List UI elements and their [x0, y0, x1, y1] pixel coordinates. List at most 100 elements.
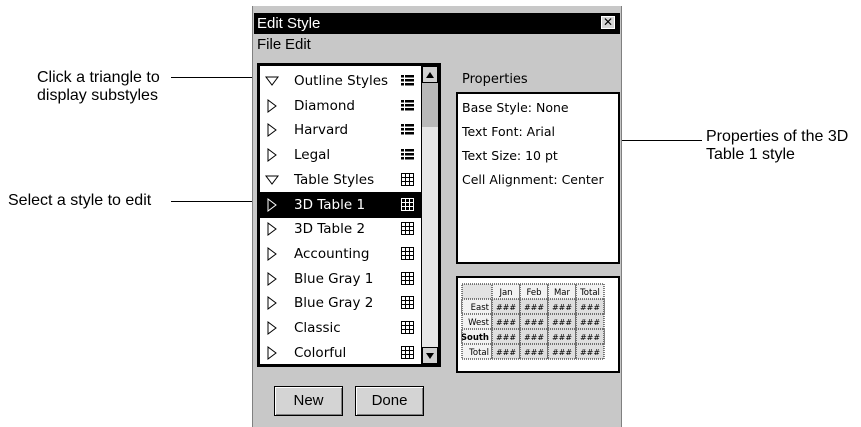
table-grid-icon: [401, 222, 414, 236]
triangle-right-icon[interactable]: [265, 271, 279, 286]
new-button[interactable]: New: [274, 386, 343, 416]
callout-click-triangle-line2: display substyles: [37, 87, 158, 104]
done-button[interactable]: Done: [355, 386, 424, 416]
style-list-items: Outline Styles Diamond Harvard Legal Table S…: [260, 66, 421, 364]
scroll-up-button[interactable]: [422, 66, 438, 83]
menu-file[interactable]: File: [257, 36, 281, 54]
preview-row-label: East: [471, 303, 490, 313]
preview-row-label: Total: [468, 348, 489, 358]
preview-cell-value: ###: [524, 303, 544, 312]
preview-cell-value: ###: [496, 318, 516, 327]
triangle-right-icon[interactable]: [265, 345, 279, 360]
triangle-right-icon[interactable]: [265, 98, 279, 113]
edit-style-window: Edit Style ✕ File Edit Outline Styles Dia…: [252, 6, 622, 427]
style-list-item[interactable]: Blue Gray 1: [260, 266, 421, 292]
style-preview: Jan Feb Mar Total East ### ### ### ### West ### ###…: [456, 276, 620, 373]
style-list-item[interactable]: Harvard: [260, 117, 421, 143]
property-text-font: Text Font: Arial: [462, 124, 555, 139]
preview-cell-value: ###: [580, 348, 600, 357]
properties-label: Properties: [462, 72, 528, 87]
callout-properties: Properties of the 3D Table 1 style: [706, 128, 848, 164]
menu-bar: File Edit: [254, 34, 620, 56]
style-list-item[interactable]: Accounting: [260, 241, 421, 267]
preview-row-label: South: [461, 333, 489, 343]
outline-list-icon: [401, 99, 414, 111]
triangle-down-icon[interactable]: [265, 74, 279, 88]
outline-list-icon: [401, 75, 414, 86]
style-list-item-label: 3D Table 2: [294, 221, 366, 238]
triangle-right-icon[interactable]: [265, 246, 279, 261]
style-list-item[interactable]: Blue Gray 2: [260, 290, 421, 316]
preview-row-label: West: [468, 318, 490, 328]
style-list-item-label: Colorful: [294, 344, 347, 361]
preview-cell-value: ###: [580, 333, 600, 342]
style-list-item-label: Blue Gray 2: [294, 295, 374, 312]
preview-cell-value: ###: [580, 318, 600, 327]
properties-box: Base Style: None Text Font: Arial Text S…: [456, 92, 620, 264]
callout-click-triangle-line1: Click a triangle to: [37, 69, 160, 86]
arrow-down-icon: [426, 353, 434, 359]
preview-cell-value: ###: [496, 333, 516, 342]
outline-list-icon: [401, 149, 414, 160]
title-bar[interactable]: Edit Style ✕: [254, 13, 620, 34]
table-grid-icon: [401, 321, 414, 334]
arrow-up-icon: [426, 72, 434, 78]
preview-cell-value: ###: [552, 318, 572, 327]
preview-column-label: Mar: [554, 288, 571, 298]
table-grid-icon: [401, 345, 414, 359]
table-preview: Jan Feb Mar Total East ### ### ### ### West ### ###…: [461, 283, 605, 360]
style-list-item[interactable]: Classic: [260, 315, 421, 341]
window-title: Edit Style: [257, 15, 321, 32]
triangle-right-icon[interactable]: [265, 296, 279, 311]
style-list-item[interactable]: 3D Table 1: [260, 191, 421, 218]
style-list-item[interactable]: Diamond: [260, 93, 421, 119]
table-grid-icon: [401, 296, 414, 310]
triangle-right-icon[interactable]: [265, 148, 279, 163]
style-list-item-label: Outline Styles: [294, 73, 389, 89]
preview-cell-value: ###: [524, 348, 544, 357]
outline-list-icon: [401, 124, 414, 135]
style-list-item-label: Classic: [294, 320, 341, 336]
triangle-down-icon[interactable]: [265, 173, 279, 187]
style-list-item-label: Blue Gray 1: [294, 270, 374, 287]
table-grid-icon: [401, 246, 414, 260]
style-list-item-label: Table Styles: [294, 171, 375, 188]
style-list-item-label: 3D Table 1: [294, 196, 366, 213]
preview-column-label: Jan: [498, 288, 512, 298]
style-list-scrollbar[interactable]: [421, 66, 438, 364]
style-list-item[interactable]: Colorful: [260, 340, 421, 364]
preview-cell-value: ###: [552, 333, 572, 342]
preview-cell-value: ###: [524, 318, 544, 327]
style-list-item-label: Accounting: [294, 245, 370, 262]
triangle-right-icon[interactable]: [265, 321, 279, 335]
preview-cell-value: ###: [552, 303, 572, 312]
property-cell-alignment: Cell Alignment: Center: [462, 172, 604, 187]
triangle-right-icon[interactable]: [265, 197, 279, 212]
preview-cell-value: ###: [524, 333, 544, 342]
callout-properties-line2: Table 1 style: [706, 146, 795, 163]
style-list-item[interactable]: Legal: [260, 142, 421, 168]
style-list-item-label: Diamond: [294, 97, 355, 114]
table-grid-icon: [401, 197, 414, 211]
property-text-size: Text Size: 10 pt: [462, 148, 558, 163]
triangle-right-icon[interactable]: [265, 222, 279, 237]
table-grid-icon: [401, 271, 414, 285]
preview-cell-value: ###: [580, 303, 600, 312]
style-list-item[interactable]: 3D Table 2: [260, 216, 421, 242]
style-list: Outline Styles Diamond Harvard Legal Table S…: [257, 63, 441, 367]
style-list-item[interactable]: Table Styles: [260, 167, 421, 193]
triangle-right-icon[interactable]: [265, 123, 279, 138]
callout-click-triangle: Click a triangle to display substyles: [37, 69, 160, 105]
callout-select-style: Select a style to edit: [8, 192, 152, 209]
property-base-style: Base Style: None: [462, 100, 569, 115]
preview-column-label: Feb: [526, 288, 541, 298]
menu-edit[interactable]: Edit: [285, 36, 311, 54]
table-grid-icon: [401, 172, 414, 186]
scroll-down-button[interactable]: [422, 347, 438, 364]
preview-column-label: Total: [579, 288, 600, 298]
style-list-item-label: Legal: [294, 147, 331, 164]
preview-cell-value: ###: [496, 303, 516, 312]
style-list-item[interactable]: Outline Styles: [260, 68, 421, 94]
close-icon[interactable]: ✕: [601, 16, 615, 29]
scroll-thumb[interactable]: [422, 83, 438, 127]
